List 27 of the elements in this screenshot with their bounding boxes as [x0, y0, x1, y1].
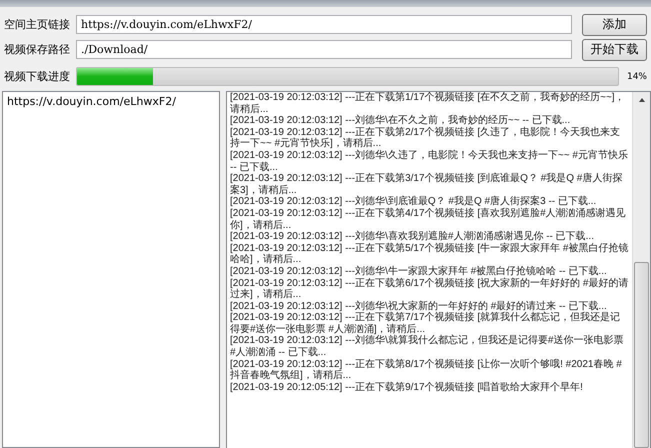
- log-entry: [2021-03-19 20:12:03:12] ---正在下载第4/17个视频链接 [喜欢我别遮脸#人潮汹涌感谢遇见你]，请稍后...: [230, 208, 627, 231]
- log-entry: [2021-03-19 20:12:03:12] ---刘德华\在不久之前，我奇妙的经历~~ -- 已下载...: [230, 115, 572, 126]
- log-entry: [2021-03-19 20:12:03:12] ---正在下载第3/17个视频链接 [到底谁最Q？ #我是Q #唐人街探案3]，请稍后...: [230, 173, 624, 196]
- log-entry: [2021-03-19 20:12:03:12] ---刘德华\就算我什么都忘记，但我还是记得要#送你一张电影票 #人潮汹涌 -- 已下载...: [230, 335, 624, 358]
- log-entry: [2021-03-19 20:12:03:12] ---正在下载第1/17个视频链接 [在不久之前，我奇妙的经历~~]，请稍后...: [230, 92, 626, 115]
- log-entry: [2021-03-19 20:12:03:12] ---正在下载第7/17个视频链接 [就算我什么都忘记，但我还是记得要#送你一张电影票 #人潮汹涌]，请稍后...: [230, 312, 622, 335]
- progress-label: 视频下载进度: [4, 70, 71, 83]
- field-label: 视频保存路径: [4, 43, 71, 56]
- log-entry: [2021-03-19 20:12:03:12] ---正在下载第6/17个视频链接 [祝大家新的一年好好的 #最好的请过来]，请稍后...: [230, 278, 629, 300]
- log-entry: [2021-03-19 20:12:03:12] ---正在下载第2/17个视频链接 [久违了，电影院！今天我也来支持一下~~ #元宵节快乐]，请稍后...: [230, 126, 622, 150]
- log-entry: [2021-03-19 20:12:03:12] ---正在下载第5/17个视频链接 [牛一家跟大家拜年 #被黑白仔抢镜哈哈]，请稍后...: [230, 242, 629, 266]
- log-entry: [2021-03-19 20:12:03:12] ---刘德华\祝大家新的一年好好的 #最好的请过来 -- 已下载...: [230, 300, 608, 312]
- scroll-up-icon[interactable]: [638, 98, 644, 102]
- scroll-thumb[interactable]: [634, 262, 649, 448]
- log-entry: [2021-03-19 20:12:03:12] ---正在下载第8/17个视频链接 [让你一次听个够哦! #2021春晚 #抖音春晚气氛组]，请稍后...: [230, 358, 623, 382]
- log-entry: [2021-03-19 20:12:05:12] ---正在下载第9/17个视频链接 [唱首歌给大家拜个早年!: [230, 382, 584, 394]
- input-field[interactable]: ./Download/: [76, 40, 572, 59]
- log-entry: [2021-03-19 20:12:03:12] ---刘德华\久违了，电影院！今天我也来支持一下~~ #元宵节快乐 -- 已下载...: [230, 150, 629, 173]
- link-item[interactable]: https://v.douyin.com/eLhwxF2/: [7, 95, 176, 108]
- progress-percent: 14%: [626, 72, 647, 82]
- log-entry: [2021-03-19 20:12:03:12] ---刘德华\到底谁最Q？ #我是Q #唐人街探案3 -- 已下载...: [230, 196, 598, 208]
- log-entry: [2021-03-19 20:12:03:12] ---刘德华\喜欢我别遮脸#人潮汹涌感谢遇见你 -- 已下载...: [230, 231, 595, 242]
- log-entry: [2021-03-19 20:12:03:12] ---刘德华\牛一家跟大家拜年 #被黑白仔抢镜哈哈 -- 已下载...: [230, 266, 608, 278]
- input-field[interactable]: https://v.douyin.com/eLhwxF2/: [76, 15, 572, 34]
- field-label: 空间主页链接: [4, 18, 71, 31]
- action-button[interactable]: 添加: [582, 14, 647, 36]
- action-button[interactable]: 开始下载: [582, 38, 647, 60]
